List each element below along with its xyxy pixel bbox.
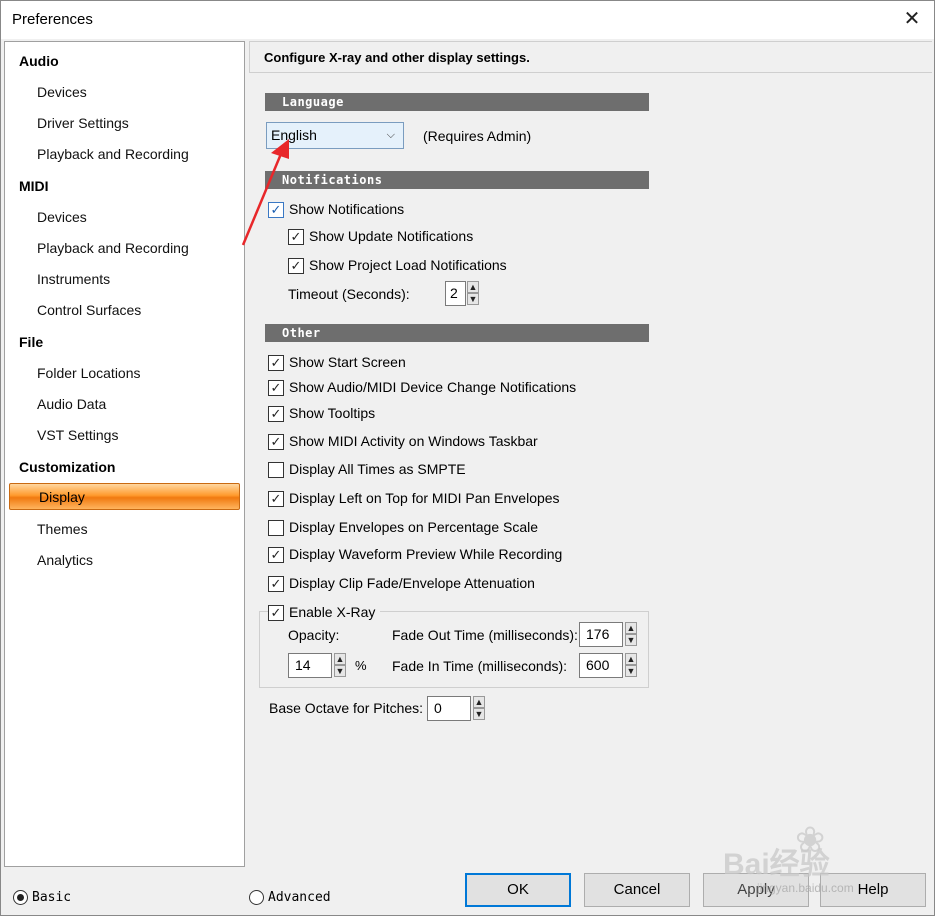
radio-unselected-icon <box>249 890 264 905</box>
checkbox-checked-icon: ✓ <box>268 355 284 371</box>
stepper-up-icon[interactable]: ▲ <box>334 653 346 665</box>
timeout-label: Timeout (Seconds): <box>288 286 410 302</box>
title-bar: Preferences ✕ <box>1 1 934 39</box>
checkbox-checked-icon: ✓ <box>268 547 284 563</box>
fade-out-input[interactable]: 176 <box>579 622 623 647</box>
sidebar-item-midi-playback-recording[interactable]: Playback and Recording <box>37 240 189 256</box>
timeout-stepper[interactable]: ▲ ▼ <box>467 281 479 306</box>
sidebar-item-audio-devices[interactable]: Devices <box>37 84 87 100</box>
close-icon[interactable]: ✕ <box>902 9 922 29</box>
checkbox-checked-icon: ✓ <box>268 434 284 450</box>
fade-out-stepper[interactable]: ▲ ▼ <box>625 622 637 647</box>
stepper-down-icon[interactable]: ▼ <box>625 665 637 677</box>
checkbox-checked-icon: ✓ <box>268 576 284 592</box>
stepper-down-icon[interactable]: ▼ <box>467 293 479 305</box>
display-settings-panel: Configure X-ray and other display settin… <box>249 41 932 867</box>
checkbox-label: Show MIDI Activity on Windows Taskbar <box>289 433 538 449</box>
chevron-down-icon: ⌵ <box>386 129 395 141</box>
sidebar-item-analytics[interactable]: Analytics <box>37 552 93 568</box>
cancel-button[interactable]: Cancel <box>584 873 690 907</box>
watermark-text: Bai经验 <box>723 848 830 881</box>
base-octave-label: Base Octave for Pitches: <box>269 700 424 716</box>
sidebar-item-instruments[interactable]: Instruments <box>37 271 110 287</box>
sidebar-item-midi-devices[interactable]: Devices <box>37 209 87 225</box>
fade-out-label: Fade Out Time (milliseconds): <box>392 627 578 643</box>
sidebar-item-folder-locations[interactable]: Folder Locations <box>37 365 141 381</box>
checkbox-unchecked-icon <box>268 462 284 478</box>
sidebar-item-control-surfaces[interactable]: Control Surfaces <box>37 302 141 318</box>
sidebar-group-customization: Customization <box>19 459 116 475</box>
checkbox-label: Display Envelopes on Percentage Scale <box>289 519 539 535</box>
checkbox-label: Display Left on Top for MIDI Pan Envelop… <box>289 490 560 506</box>
fade-in-stepper[interactable]: ▲ ▼ <box>625 653 637 678</box>
checkbox-label: Show Audio/MIDI Device Change Notificati… <box>289 379 577 395</box>
checkbox-label: Show Project Load Notifications <box>309 257 507 273</box>
sidebar-group-midi: MIDI <box>19 178 49 194</box>
checkbox-label: Show Notifications <box>289 201 405 217</box>
annotation-arrow-icon <box>241 139 289 246</box>
watermark-url: jingyan.baidu.com <box>757 881 854 895</box>
panel-header: Configure X-ray and other display settin… <box>249 41 932 73</box>
section-other: Other <box>265 324 649 342</box>
stepper-up-icon[interactable]: ▲ <box>467 281 479 293</box>
checkbox-label: Enable X-Ray <box>289 604 376 620</box>
stepper-down-icon[interactable]: ▼ <box>473 708 485 720</box>
checkbox-label: Display Waveform Preview While Recording <box>289 546 563 562</box>
base-octave-input[interactable]: 0 <box>427 696 471 721</box>
window-title: Preferences <box>12 11 93 28</box>
fade-in-label: Fade In Time (milliseconds): <box>392 658 568 674</box>
preferences-sidebar: Audio Devices Driver Settings Playback a… <box>4 41 245 867</box>
panel-header-text: Configure X-ray and other display settin… <box>264 50 530 65</box>
stepper-up-icon[interactable]: ▲ <box>625 653 637 665</box>
radio-selected-icon <box>13 890 28 905</box>
preferences-window: Preferences ✕ Audio Devices Driver Setti… <box>0 0 935 916</box>
checkbox-label: Display All Times as SMPTE <box>289 461 466 477</box>
baidu-watermark: ❀ Bai经验 jingyan.baidu.com <box>717 819 917 909</box>
checkbox-checked-icon: ✓ <box>268 605 284 621</box>
stepper-down-icon[interactable]: ▼ <box>334 665 346 677</box>
checkbox-checked-icon: ✓ <box>288 258 304 274</box>
opacity-unit: % <box>355 658 367 673</box>
sidebar-item-display[interactable]: Display <box>9 483 240 510</box>
sidebar-item-vst-settings[interactable]: VST Settings <box>37 427 118 443</box>
sidebar-group-audio: Audio <box>19 53 59 69</box>
sidebar-item-driver-settings[interactable]: Driver Settings <box>37 115 129 131</box>
radio-label: Basic <box>32 890 72 905</box>
stepper-up-icon[interactable]: ▲ <box>473 696 485 708</box>
radio-label: Advanced <box>268 890 331 905</box>
checkbox-checked-icon: ✓ <box>268 406 284 422</box>
checkbox-checked-icon: ✓ <box>268 380 284 396</box>
sidebar-group-file: File <box>19 334 44 350</box>
sidebar-item-audio-data[interactable]: Audio Data <box>37 396 106 412</box>
enable-xray-checkbox[interactable]: ✓ Enable X-Ray <box>268 604 380 622</box>
opacity-stepper[interactable]: ▲ ▼ <box>334 653 346 678</box>
checkbox-checked-icon: ✓ <box>268 491 284 507</box>
sidebar-item-themes[interactable]: Themes <box>37 521 88 537</box>
ok-button[interactable]: OK <box>465 873 571 907</box>
checkbox-label: Display Clip Fade/Envelope Attenuation <box>289 575 535 591</box>
timeout-input[interactable]: 2 <box>445 281 466 306</box>
opacity-input[interactable]: 14 <box>288 653 332 678</box>
base-octave-stepper[interactable]: ▲ ▼ <box>473 696 485 721</box>
stepper-up-icon[interactable]: ▲ <box>625 622 637 634</box>
language-note: (Requires Admin) <box>423 128 532 144</box>
checkbox-label: Show Tooltips <box>289 405 376 421</box>
checkbox-unchecked-icon <box>268 520 284 536</box>
fade-in-input[interactable]: 600 <box>579 653 623 678</box>
checkbox-label: Show Update Notifications <box>309 228 474 244</box>
stepper-down-icon[interactable]: ▼ <box>625 634 637 646</box>
section-language: Language <box>265 93 649 111</box>
opacity-label: Opacity: <box>288 627 340 643</box>
checkbox-label: Show Start Screen <box>289 354 406 370</box>
sidebar-item-audio-playback-recording[interactable]: Playback and Recording <box>37 146 189 162</box>
section-notifications: Notifications <box>265 171 649 189</box>
